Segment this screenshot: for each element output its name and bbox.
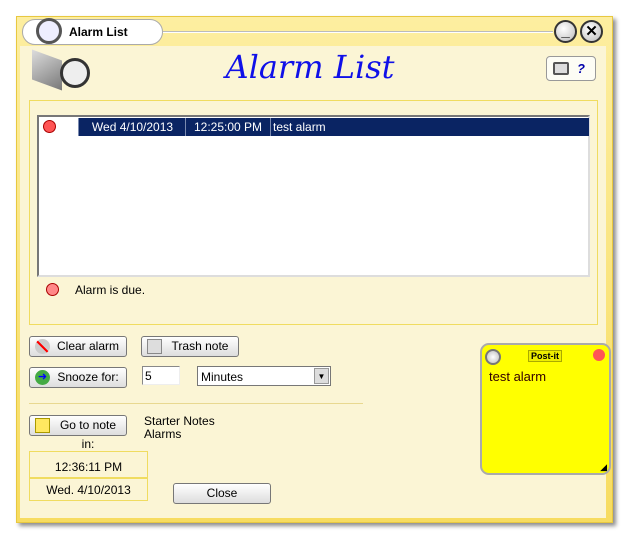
snooze-button[interactable]: ➜ Snooze for: [29, 367, 127, 388]
pin-icon[interactable] [485, 349, 501, 365]
minimize-button[interactable]: _ [554, 20, 577, 43]
alarm-text: test alarm [273, 120, 326, 134]
alarm-list[interactable] [37, 115, 590, 277]
title-divider [163, 31, 553, 33]
notebook-name: Starter Notes [144, 414, 215, 428]
post-it-text: test alarm [489, 369, 547, 384]
snooze-amount-input[interactable] [142, 366, 180, 385]
current-date: Wed. 4/10/2013 [29, 478, 148, 501]
alarm-date: Wed 4/10/2013 [80, 118, 186, 136]
go-to-note-label: Go to note in: [59, 418, 117, 451]
snooze-icon: ➜ [35, 370, 50, 385]
alarm-clock-icon [36, 18, 62, 44]
clear-alarm-label: Clear alarm [56, 339, 119, 353]
clear-alarm-icon [35, 339, 50, 354]
alarm-clock-icon [43, 120, 56, 133]
row-icon-cell [39, 118, 79, 136]
page-title: Alarm List [225, 48, 395, 86]
snooze-label: Snooze for: [57, 370, 119, 384]
current-time: 12:36:11 PM [29, 451, 148, 478]
trash-icon [147, 339, 162, 354]
go-to-note-button[interactable]: Go to note in: [29, 415, 127, 451]
help-icon[interactable]: ? [577, 61, 585, 76]
trash-note-button[interactable]: Trash note [141, 336, 239, 357]
post-it-logo: Post-it [528, 350, 562, 362]
snooze-unit-select[interactable]: Minutes ▼ [197, 366, 331, 386]
snooze-unit-value: Minutes [201, 370, 244, 384]
printer-icon[interactable] [553, 62, 569, 75]
table-row[interactable]: Wed 4/10/2013 12:25:00 PM test alarm [39, 118, 589, 136]
close-button[interactable]: Close [173, 483, 271, 504]
status-text: Alarm is due. [75, 283, 146, 297]
close-window-button[interactable]: ✕ [580, 20, 603, 43]
separator [29, 403, 363, 404]
alarm-time: 12:25:00 PM [186, 118, 271, 136]
alarm-clock-icon [46, 283, 59, 296]
chevron-down-icon[interactable]: ▼ [314, 368, 329, 384]
go-to-note-icon [35, 418, 50, 433]
clear-alarm-button[interactable]: Clear alarm [29, 336, 127, 357]
section-name: Alarms [144, 427, 182, 441]
toolbar: ? [546, 56, 596, 81]
alarm-clock-icon[interactable] [593, 349, 605, 361]
post-it-note[interactable]: Post-it test alarm ◢ [480, 343, 611, 475]
trash-note-label: Trash note [171, 339, 229, 353]
resize-grip-icon[interactable]: ◢ [600, 462, 607, 473]
alarm-clock-logo-icon [60, 58, 90, 88]
window-title: Alarm List [69, 25, 128, 39]
